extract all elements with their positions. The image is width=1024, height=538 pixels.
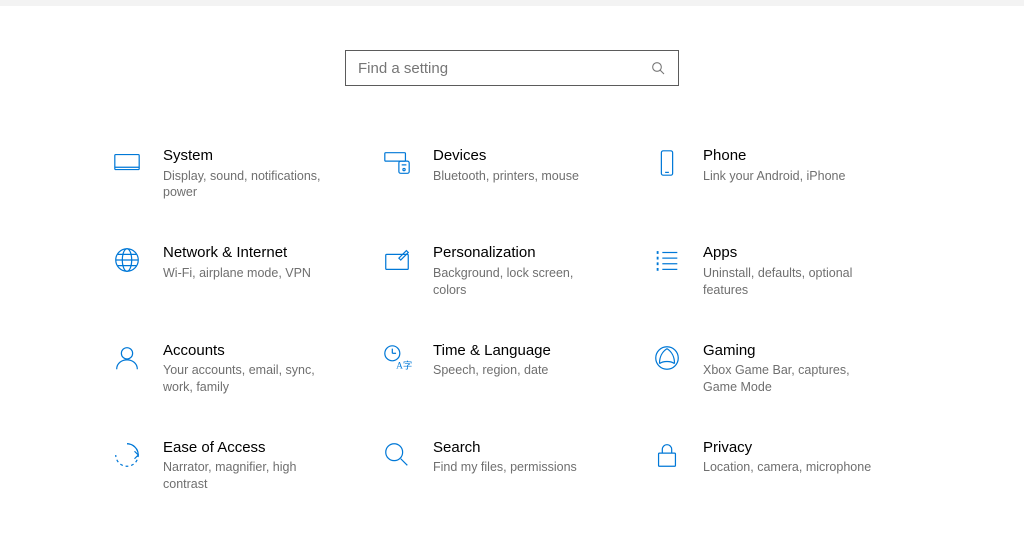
tile-title: Network & Internet [163,243,311,263]
tile-title: Apps [703,243,877,263]
tile-system[interactable]: System Display, sound, notifications, po… [107,146,377,201]
privacy-icon [647,438,687,470]
tile-title: Phone [703,146,845,166]
tile-gaming[interactable]: Gaming Xbox Game Bar, captures, Game Mod… [647,341,917,396]
tile-title: Time & Language [433,341,551,361]
tile-title: System [163,146,337,166]
tile-personalization[interactable]: Personalization Background, lock screen,… [377,243,647,298]
tile-sub: Speech, region, date [433,360,551,379]
accounts-icon [107,341,147,373]
tile-title: Devices [433,146,579,166]
tile-sub: Link your Android, iPhone [703,166,845,185]
apps-icon [647,243,687,275]
search-icon [650,60,666,76]
search-box[interactable] [345,50,679,86]
tile-privacy[interactable]: Privacy Location, camera, microphone [647,438,917,493]
tile-phone[interactable]: Phone Link your Android, iPhone [647,146,917,201]
tile-accounts[interactable]: Accounts Your accounts, email, sync, wor… [107,341,377,396]
globe-icon [107,243,147,275]
svg-text:A字: A字 [396,359,412,371]
time-language-icon: A字 [377,341,417,373]
tile-title: Accounts [163,341,337,361]
search-input[interactable] [358,60,650,77]
tile-ease-of-access[interactable]: Ease of Access Narrator, magnifier, high… [107,438,377,493]
search-container [0,6,1024,146]
tile-sub: Xbox Game Bar, captures, Game Mode [703,360,877,396]
tile-sub: Uninstall, defaults, optional features [703,263,877,299]
tile-network[interactable]: Network & Internet Wi-Fi, airplane mode,… [107,243,377,298]
ease-of-access-icon [107,438,147,470]
personalization-icon [377,243,417,275]
tile-sub: Display, sound, notifications, power [163,166,337,202]
tile-sub: Background, lock screen, colors [433,263,607,299]
tile-sub: Narrator, magnifier, high contrast [163,457,337,493]
devices-icon [377,146,417,178]
tile-apps[interactable]: Apps Uninstall, defaults, optional featu… [647,243,917,298]
tile-sub: Your accounts, email, sync, work, family [163,360,337,396]
system-icon [107,146,147,178]
tile-sub: Bluetooth, printers, mouse [433,166,579,185]
tile-title: Gaming [703,341,877,361]
tile-search[interactable]: Search Find my files, permissions [377,438,647,493]
tile-sub: Find my files, permissions [433,457,577,476]
tile-title: Search [433,438,577,458]
tile-title: Personalization [433,243,607,263]
settings-grid: System Display, sound, notifications, po… [0,146,1024,493]
tile-time-language[interactable]: A字 Time & Language Speech, region, date [377,341,647,396]
tile-title: Ease of Access [163,438,337,458]
tile-sub: Wi-Fi, airplane mode, VPN [163,263,311,282]
gaming-icon [647,341,687,373]
search-category-icon [377,438,417,470]
phone-icon [647,146,687,178]
tile-devices[interactable]: Devices Bluetooth, printers, mouse [377,146,647,201]
tile-title: Privacy [703,438,871,458]
tile-sub: Location, camera, microphone [703,457,871,476]
